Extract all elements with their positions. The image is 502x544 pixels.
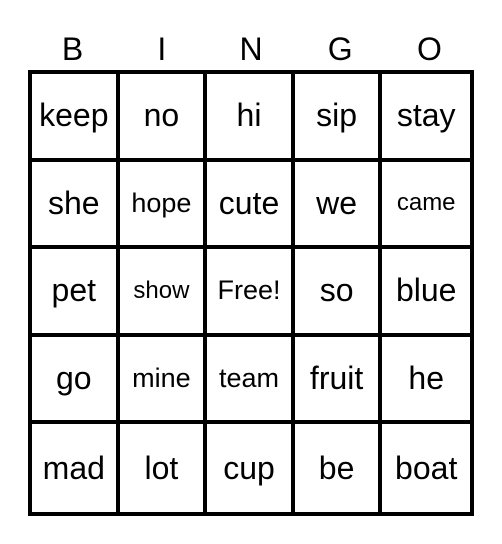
bingo-cell[interactable]: cute xyxy=(207,161,295,250)
bingo-cell[interactable]: she xyxy=(32,161,120,250)
bingo-cell[interactable]: pet xyxy=(32,249,120,337)
bingo-cell[interactable]: go xyxy=(32,336,120,425)
bingo-header: B I N G O xyxy=(28,28,474,70)
bingo-cell[interactable]: mine xyxy=(119,336,208,425)
bingo-cell[interactable]: cup xyxy=(207,424,295,512)
bingo-cell[interactable]: lot xyxy=(120,424,208,512)
bingo-cell[interactable]: hi xyxy=(207,74,295,162)
header-letter-o: O xyxy=(416,31,442,67)
bingo-cell[interactable]: we xyxy=(294,161,383,250)
header-letter-g: G xyxy=(327,31,353,67)
bingo-cell[interactable]: no xyxy=(119,74,208,162)
bingo-cell[interactable]: fruit xyxy=(294,336,383,425)
bingo-cell[interactable]: blue xyxy=(382,249,470,337)
bingo-cell[interactable]: mad xyxy=(32,424,120,512)
bingo-cell[interactable]: keep xyxy=(32,74,120,162)
bingo-cell[interactable]: so xyxy=(294,249,383,337)
bingo-cell[interactable]: stay xyxy=(382,74,470,162)
bingo-cell[interactable]: came xyxy=(382,162,470,250)
bingo-cell[interactable]: team xyxy=(207,336,295,425)
bingo-cell[interactable]: sip xyxy=(294,74,383,162)
bingo-grid: keep no hi sip stay she hope cute we cam… xyxy=(28,70,474,516)
header-letter-n: N xyxy=(239,31,263,67)
header-letter-i: I xyxy=(157,31,167,67)
bingo-cell[interactable]: he xyxy=(382,337,470,425)
bingo-cell[interactable]: be xyxy=(295,424,383,512)
bingo-cell[interactable]: show xyxy=(119,249,208,337)
bingo-cell[interactable]: hope xyxy=(119,161,208,250)
free-space-cell[interactable]: Free! xyxy=(207,249,295,337)
header-letter-b: B xyxy=(61,31,84,67)
bingo-cell[interactable]: boat xyxy=(382,424,470,512)
